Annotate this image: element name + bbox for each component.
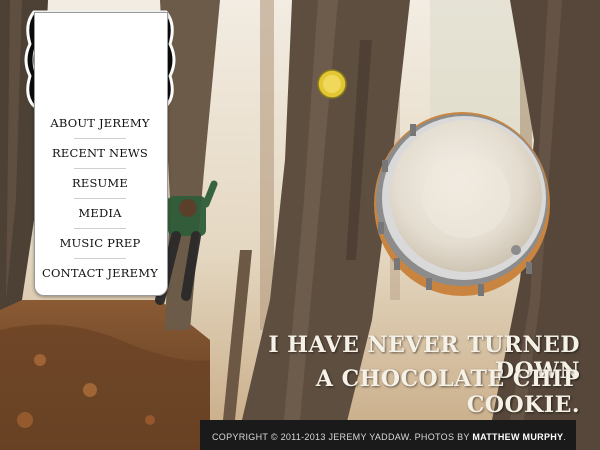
- footer-copyright: COPYRIGHT © 2011-2013 JEREMY YADDAW. PHO…: [212, 432, 566, 442]
- footer-copyright-text: COPYRIGHT © 2011-2013 JEREMY YADDAW. PHO…: [212, 432, 473, 442]
- nav-item-contact-jeremy[interactable]: CONTACT JEREMY: [34, 258, 166, 292]
- main-navigation: ABOUT JEREMY RECENT NEWS RESUME MEDIA MU…: [34, 112, 166, 292]
- site-title-main: YADDAW: [46, 60, 154, 87]
- footer-bar: COPYRIGHT © 2011-2013 JEREMY YADDAW. PHO…: [200, 420, 576, 450]
- photographer-link[interactable]: MATTHEW MURPHY: [472, 432, 563, 442]
- footer-period: .: [563, 432, 567, 442]
- tagline-line-2: A CHOCOLATE CHIP COOKIE.: [315, 366, 580, 418]
- site-logo[interactable]: Jeremy YADDAW: [26, 8, 174, 108]
- site-title-script: Jeremy: [55, 34, 145, 60]
